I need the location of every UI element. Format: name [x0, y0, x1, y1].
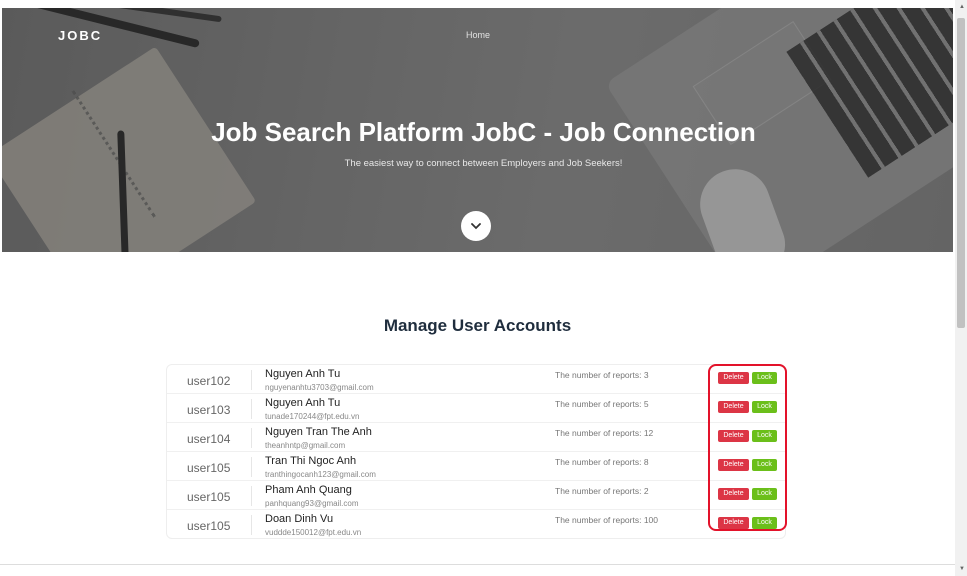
delete-button[interactable]: Delete	[718, 459, 749, 471]
user-name: Nguyen Tran The Anh	[265, 426, 372, 438]
section-title: Manage User Accounts	[383, 316, 572, 335]
user-name: Doan Dinh Vu	[265, 513, 334, 525]
user-name: Nguyen Anh Tu	[265, 397, 341, 409]
user-id: user105	[187, 490, 231, 504]
scroll-down-button[interactable]	[461, 211, 491, 241]
scrollbar[interactable]: ▲ ▼	[955, 0, 967, 576]
report-count: The number of reports: 3	[555, 370, 649, 380]
user-email: nguyenanhtu3703@gmail.com	[265, 383, 374, 392]
table-row: user105 Pham Anh Quang panhquang93@gmail…	[167, 481, 787, 510]
lock-button[interactable]: Lock	[752, 488, 777, 500]
user-name: Tran Thi Ngoc Anh	[265, 455, 357, 467]
user-id: user105	[187, 519, 231, 533]
divider	[251, 486, 252, 506]
report-count: The number of reports: 2	[555, 486, 649, 496]
scroll-up-icon[interactable]: ▲	[959, 4, 965, 10]
divider	[251, 428, 252, 448]
user-id: user102	[187, 374, 231, 388]
table-row: user102 Nguyen Anh Tu nguyenanhtu3703@gm…	[167, 365, 787, 394]
user-id: user104	[187, 432, 231, 446]
lock-button[interactable]: Lock	[752, 430, 777, 442]
user-email: vuddde150012@fpt.edu.vn	[265, 528, 362, 537]
chevron-down-icon	[471, 222, 481, 229]
lock-button[interactable]: Lock	[752, 401, 777, 413]
hero-subtitle: The easiest way to connect between Emplo…	[344, 158, 623, 169]
lock-button[interactable]: Lock	[752, 517, 777, 529]
scrollbar-thumb[interactable]	[957, 18, 965, 328]
divider	[251, 515, 252, 535]
user-email: panhquang93@gmail.com	[265, 499, 359, 508]
report-count: The number of reports: 8	[555, 457, 649, 467]
user-email: theanhntp@gmail.com	[265, 441, 346, 450]
delete-button[interactable]: Delete	[718, 430, 749, 442]
user-name: Nguyen Anh Tu	[265, 368, 341, 380]
user-id: user103	[187, 403, 231, 417]
table-row: user104 Nguyen Tran The Anh theanhntp@gm…	[167, 423, 787, 452]
brand-logo[interactable]: JOBC	[58, 28, 102, 43]
lock-button[interactable]: Lock	[752, 459, 777, 471]
user-accounts-table: user102 Nguyen Anh Tu nguyenanhtu3703@gm…	[166, 364, 787, 539]
hero-title: Job Search Platform JobC - Job Connectio…	[211, 117, 756, 147]
delete-button[interactable]: Delete	[718, 488, 749, 500]
user-id: user105	[187, 461, 231, 475]
divider	[251, 370, 252, 390]
lock-button[interactable]: Lock	[752, 372, 777, 384]
delete-button[interactable]: Delete	[718, 517, 749, 529]
scroll-down-icon[interactable]: ▼	[959, 566, 965, 572]
report-count: The number of reports: 5	[555, 399, 649, 409]
report-count: The number of reports: 12	[555, 428, 654, 438]
nav-home-link[interactable]: Home	[466, 30, 490, 40]
table-row: user103 Nguyen Anh Tu tunade170244@fpt.e…	[167, 394, 787, 423]
divider	[251, 457, 252, 477]
user-name: Pham Anh Quang	[265, 484, 352, 496]
divider	[0, 564, 955, 565]
delete-button[interactable]: Delete	[718, 372, 749, 384]
report-count: The number of reports: 100	[555, 515, 659, 525]
divider	[251, 399, 252, 419]
delete-button[interactable]: Delete	[718, 401, 749, 413]
table-row: user105 Doan Dinh Vu vuddde150012@fpt.ed…	[167, 510, 787, 539]
table-row: user105 Tran Thi Ngoc Anh tranthingocanh…	[167, 452, 787, 481]
user-email: tranthingocanh123@gmail.com	[265, 470, 376, 479]
user-email: tunade170244@fpt.edu.vn	[265, 412, 360, 421]
